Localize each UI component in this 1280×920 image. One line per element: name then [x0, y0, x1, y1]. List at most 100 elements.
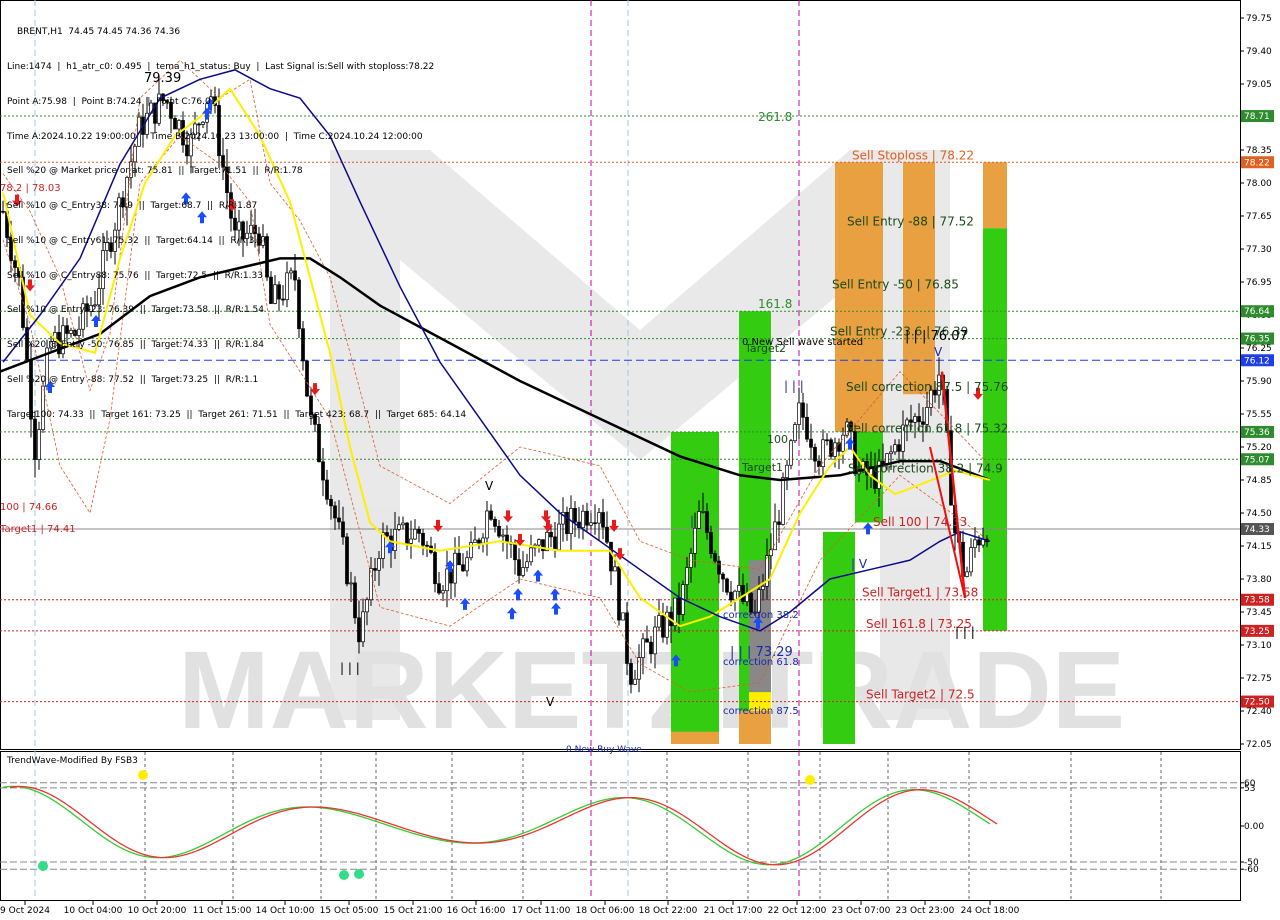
oscillator-title: TrendWave-Modified By FSB3	[6, 756, 138, 766]
price-tag-label: 76.12	[1244, 356, 1270, 366]
candle-body	[889, 451, 893, 455]
price-tick-label: 79.05	[1246, 80, 1272, 90]
candle-body	[401, 522, 405, 526]
time-label: 15 Oct 05:00	[320, 906, 379, 916]
osc-tick-label: 53	[1244, 784, 1255, 794]
candle-body	[645, 638, 649, 643]
candle-body	[813, 446, 817, 462]
candle-body	[841, 434, 845, 452]
candle-body	[741, 585, 745, 602]
osc-tick-label: -60	[1244, 865, 1259, 875]
candle-body	[329, 498, 333, 507]
candle-body	[489, 510, 493, 520]
candle-body	[713, 553, 717, 562]
price-tick-label: 72.75	[1246, 674, 1272, 684]
price-tick-label: 72.40	[1246, 707, 1272, 717]
info-line: Sell %20 @ Market price or at: 75.81 || …	[7, 166, 303, 177]
candle-body	[465, 557, 469, 572]
candle-body	[493, 518, 497, 527]
price-tick-label: 76.95	[1246, 278, 1272, 288]
candle-body	[897, 444, 901, 452]
v-marker-1: V	[485, 479, 494, 493]
time-axis: 9 Oct 2024 10 Oct 04:00 10 Oct 20:00 11 Oct…	[0, 901, 1020, 916]
bar-tick-1: |	[690, 514, 694, 528]
price-tag-label: 78.71	[1244, 112, 1270, 122]
price-tick-label: 78.00	[1246, 179, 1272, 189]
bottom-cut-label: 0 New Buy Wave	[566, 745, 642, 755]
candle-body	[661, 615, 665, 638]
time-label: 23 Oct 07:00	[832, 906, 891, 916]
time-label: 18 Oct 22:00	[639, 906, 698, 916]
osc-tick-label: 0.00	[1244, 822, 1264, 832]
correction-87-label: correction 87.5	[723, 706, 799, 717]
buy-zone	[671, 431, 719, 744]
oscillator-axis: 60530.00-50-60	[1240, 779, 1264, 875]
right-high-label: | | | 76.07	[905, 329, 968, 344]
oscillator-frame	[0, 751, 1241, 901]
time-label: 22 Oct 12:00	[768, 906, 827, 916]
level-label: Sell Target2 | 72.5	[866, 688, 975, 702]
target2-label: Target2	[744, 342, 786, 355]
price-tag-label: 78.22	[1244, 158, 1270, 168]
price-tag-label: 72.50	[1244, 698, 1270, 708]
candle-body	[525, 561, 529, 568]
info-line: Time A:2024.10.22 19:00:00 | Time B:2024…	[7, 131, 423, 142]
symbol-header: BRENT,H1 74.45 74.45 74.36 74.36	[17, 27, 181, 38]
time-label: 18 Oct 06:00	[576, 906, 635, 916]
buy-arrow-icon	[863, 522, 873, 535]
candle-body	[341, 521, 345, 538]
price-tick-label: 78.35	[1246, 146, 1272, 156]
candle-body	[417, 528, 421, 534]
time-label: 17 Oct 11:00	[512, 906, 571, 916]
v-marker-4: | V	[851, 557, 868, 571]
candle-body	[797, 402, 801, 425]
candle-body	[613, 566, 617, 572]
time-label: 23 Oct 23:00	[896, 906, 955, 916]
candle-body	[625, 612, 629, 664]
candle-body	[597, 512, 601, 524]
candle-body	[729, 591, 733, 601]
buy-arrow-icon	[507, 607, 517, 620]
v-marker-3: V	[934, 345, 943, 359]
info-line: Sell %10 @ Entry -23: 76.39 || Target:73…	[7, 305, 264, 316]
candle-body	[777, 521, 781, 525]
candle-body	[589, 522, 593, 526]
osc-line-green	[2, 785, 991, 866]
info-panel: BRENT,H1 74.45 74.45 74.36 74.36 Line:14…	[7, 4, 466, 433]
level-label: Sell Entry -50 | 76.85	[832, 277, 959, 291]
candle-body	[441, 590, 445, 594]
info-line: Target100: 74.33 || Target 161: 73.25 ||…	[7, 409, 467, 420]
info-line: Sell %20 @ Entry -88: 77.52 || Target:73…	[7, 375, 259, 385]
price-tick-label: 73.80	[1246, 575, 1272, 585]
candle-body	[37, 429, 41, 460]
candle-body	[609, 541, 613, 572]
buy-arrow-icon	[550, 588, 560, 601]
candle-body	[733, 590, 737, 601]
buy-arrow-icon	[551, 602, 561, 615]
candle-body	[573, 508, 577, 523]
candle-body	[405, 522, 409, 544]
candle-body	[721, 573, 725, 580]
candle-body	[409, 538, 413, 544]
time-label: 14 Oct 10:00	[256, 906, 315, 916]
candle-body	[825, 439, 829, 442]
candle-body	[349, 582, 353, 585]
info-line: Sell %10 @ C_Entry38: 74.9 || Target:68.…	[7, 201, 258, 212]
candle-body	[321, 461, 325, 481]
bars-high-label: | | |	[784, 379, 804, 393]
candle-body	[965, 571, 969, 577]
candle-body	[557, 523, 561, 551]
price-tick-label: 77.30	[1246, 245, 1272, 255]
info-line: Line:1474 | h1_atr_c0: 0.495 | tema_h1_s…	[7, 61, 435, 72]
price-tag-label: 73.25	[1244, 627, 1270, 637]
level-label: Sell correction 38.2 | 74.9	[848, 461, 1003, 475]
v-marker-2: V	[546, 695, 555, 709]
time-label: 9 Oct 2024	[0, 906, 50, 916]
candle-body	[337, 517, 341, 523]
bars-low-label: | | |	[955, 625, 975, 639]
candle-body	[369, 568, 373, 601]
sell-zone	[983, 162, 1007, 229]
time-label: 10 Oct 04:00	[64, 906, 123, 916]
price-tick-label: 75.20	[1246, 443, 1272, 453]
price-tag-label: 75.36	[1244, 428, 1270, 438]
